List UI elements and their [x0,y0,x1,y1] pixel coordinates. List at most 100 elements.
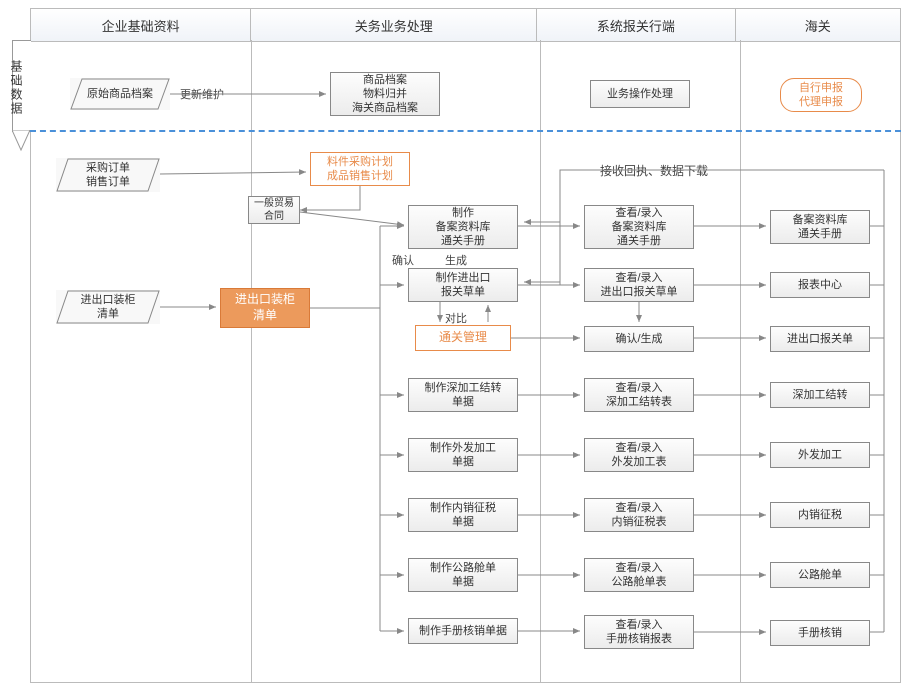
t: 查看/录入 [615,501,662,515]
t: 查看/录入 [615,381,662,395]
label-recv: 接收回执、数据下载 [600,162,708,179]
node-c2: 报表中心 [770,272,870,298]
node-clearance: 通关管理 [415,325,511,351]
node-s3: 确认/生成 [584,326,694,352]
lane-1 [30,40,252,683]
header-col2: 关务业务处理 [251,9,537,41]
t: 查看/录入 [615,561,662,575]
t: 制作外发加工 [430,441,496,455]
node-m6: 制作内销征税单据 [408,498,518,532]
t: 合同 [264,210,284,223]
t: 料件采购计划 [327,155,393,169]
t: 通关管理 [439,330,487,346]
node-s5: 查看/录入外发加工表 [584,438,694,472]
node-trade: 一般贸易合同 [248,196,300,224]
node-s6: 查看/录入内销征税表 [584,498,694,532]
label-update: 更新维护 [180,86,224,102]
side-label: 基础数据 [8,60,25,116]
t: 清单 [253,308,277,324]
t: 制作深加工结转 [425,381,502,395]
label-confirm: 确认 [392,252,414,268]
t: 外发加工表 [612,455,667,469]
t: 通关手册 [441,234,485,248]
node-archive: 商品档案 物料归并 海关商品档案 [330,72,440,116]
node-s7: 查看/录入公路舱单表 [584,558,694,592]
node-m5: 制作外发加工单据 [408,438,518,472]
t: 自行申报 [799,81,843,95]
t: 内销征税 [798,508,842,522]
t: 报关草单 [441,285,485,299]
lane-bottom [30,682,901,683]
t: 制作 [452,206,474,220]
node-c7: 公路舱单 [770,562,870,588]
header-col1: 企业基础资料 [31,9,251,41]
raw-l1: 原始商品档案 [87,87,153,101]
node-s1: 查看/录入备案资料库通关手册 [584,205,694,249]
node-op: 业务操作处理 [590,80,690,108]
node-m2: 制作进出口报关草单 [408,268,518,302]
node-pack: 进出口装柜清单 [56,290,160,324]
t: 进出口装柜 [81,293,136,307]
t: 深加工结转 [793,388,848,402]
node-c5: 外发加工 [770,442,870,468]
t: 外发加工 [798,448,842,462]
t: 深加工结转表 [606,395,672,409]
t: 查看/录入 [615,618,662,632]
node-c6: 内销征税 [770,502,870,528]
t: 销售订单 [86,175,130,189]
t: 单据 [452,455,474,469]
t: 海关商品档案 [352,101,418,115]
node-plan: 料件采购计划成品销售计划 [310,152,410,186]
t: 通关手册 [798,227,842,241]
node-m4: 制作深加工结转单据 [408,378,518,412]
t: 内销征税表 [612,515,667,529]
node-raw-archive: 原始商品档案 [70,78,170,110]
t: 代理申报 [799,95,843,109]
t: 报表中心 [798,278,842,292]
t: 单据 [452,575,474,589]
node-c3: 进出口报关单 [770,326,870,352]
t: 备案资料库 [612,220,667,234]
node-po: 采购订单销售订单 [56,158,160,192]
label-gen: 生成 [445,252,467,268]
t: 进出口报关单 [787,332,853,346]
t: 通关手册 [617,234,661,248]
node-c8: 手册核销 [770,620,870,646]
t: 物料归并 [363,87,407,101]
lane-header: 企业基础资料 关务业务处理 系统报关行端 海关 [30,8,901,42]
t: 制作手册核销单据 [419,624,507,638]
node-m7: 制作公路舱单单据 [408,558,518,592]
node-c4: 深加工结转 [770,382,870,408]
t: 单据 [452,515,474,529]
node-s8: 查看/录入手册核销报表 [584,615,694,649]
t: 制作公路舱单 [430,561,496,575]
t: 一般贸易 [254,197,294,210]
t: 商品档案 [363,73,407,87]
t: 单据 [452,395,474,409]
node-m1: 制作备案资料库通关手册 [408,205,518,249]
t: 公路舱单表 [612,575,667,589]
t: 公路舱单 [798,568,842,582]
side-chevron [12,130,30,165]
t: 备案资料库 [436,220,491,234]
t: 备案资料库 [793,213,848,227]
t: 查看/录入 [615,271,662,285]
t: 制作进出口 [436,271,491,285]
t: 查看/录入 [615,206,662,220]
t: 制作内销征税 [430,501,496,515]
node-m8: 制作手册核销单据 [408,618,518,644]
node-c1: 备案资料库通关手册 [770,210,870,244]
t: 手册核销报表 [606,632,672,646]
t: 进出口报关草单 [601,285,678,299]
node-s2: 查看/录入进出口报关草单 [584,268,694,302]
t: 手册核销 [798,626,842,640]
t: 进出口装柜 [235,292,295,308]
flow-diagram: 企业基础资料 关务业务处理 系统报关行端 海关 基础数据 原始商品档案 更新维护… [0,0,909,691]
t: 成品销售计划 [327,169,393,183]
t: 确认/生成 [615,332,662,346]
node-packlist: 进出口装柜清单 [220,288,310,328]
divider-dashed [30,130,901,132]
t: 采购订单 [86,161,130,175]
t: 查看/录入 [615,441,662,455]
node-decl: 自行申报 代理申报 [780,78,862,112]
